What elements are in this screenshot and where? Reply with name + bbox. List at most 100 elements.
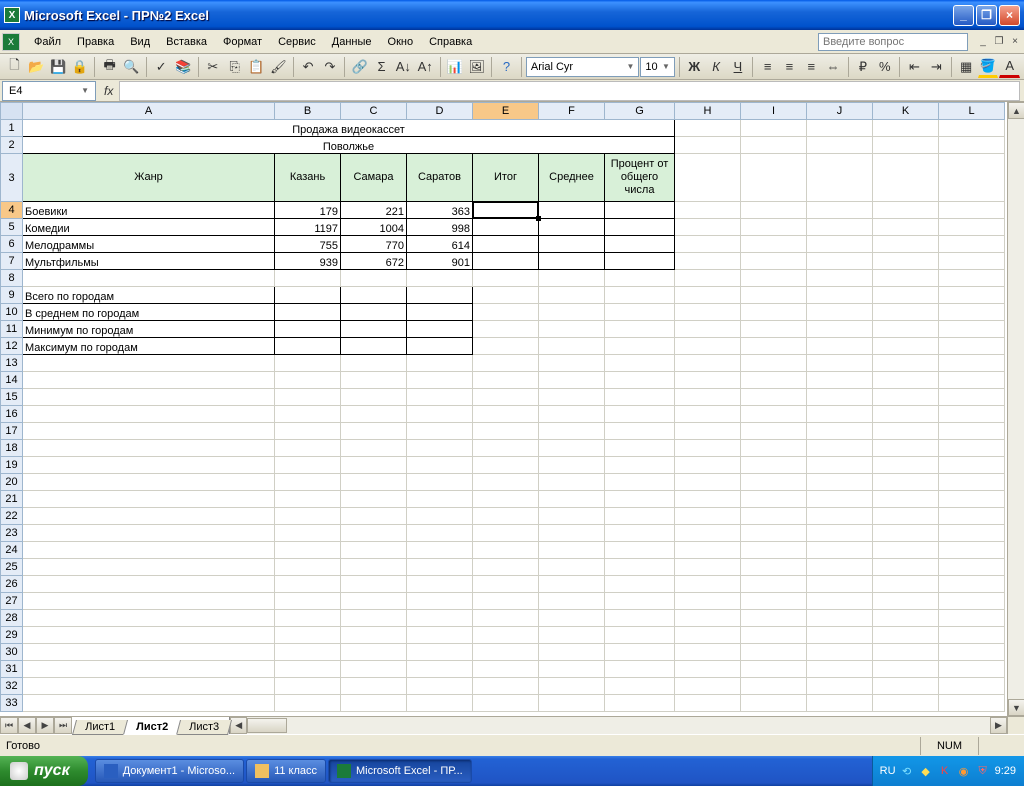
open-icon[interactable]: 📂 xyxy=(26,56,47,78)
clock[interactable]: 9:29 xyxy=(995,765,1016,777)
cell[interactable] xyxy=(741,236,807,253)
cell[interactable] xyxy=(539,423,605,440)
cell[interactable] xyxy=(473,627,539,644)
cell[interactable] xyxy=(807,154,873,202)
cell[interactable] xyxy=(275,678,341,695)
cell[interactable] xyxy=(741,423,807,440)
cell[interactable]: Продажа видеокассет xyxy=(23,120,675,137)
tab-prev-icon[interactable]: ◀ xyxy=(18,717,36,734)
row-header[interactable]: 9 xyxy=(1,287,23,304)
cell[interactable] xyxy=(807,253,873,270)
cell[interactable] xyxy=(741,542,807,559)
cell[interactable] xyxy=(605,610,675,627)
cell[interactable] xyxy=(23,457,275,474)
cell[interactable] xyxy=(341,270,407,287)
print-preview-icon[interactable]: 🔍 xyxy=(121,56,142,78)
cell[interactable] xyxy=(275,389,341,406)
cell[interactable]: 939 xyxy=(275,253,341,270)
menu-insert[interactable]: Вставка xyxy=(158,33,215,51)
cell[interactable] xyxy=(873,236,939,253)
cell[interactable] xyxy=(605,695,675,712)
row-header[interactable]: 31 xyxy=(1,661,23,678)
cell[interactable] xyxy=(873,474,939,491)
cell[interactable] xyxy=(873,389,939,406)
percent-icon[interactable]: % xyxy=(874,56,895,78)
cell[interactable] xyxy=(341,610,407,627)
cell[interactable] xyxy=(939,321,1005,338)
cell[interactable] xyxy=(939,661,1005,678)
cell[interactable] xyxy=(807,270,873,287)
cell[interactable] xyxy=(539,406,605,423)
cell[interactable]: Максимум по городам xyxy=(23,338,275,355)
cell[interactable] xyxy=(873,610,939,627)
cell[interactable] xyxy=(407,661,473,678)
cell[interactable] xyxy=(23,610,275,627)
cell[interactable] xyxy=(539,338,605,355)
cell[interactable] xyxy=(675,338,741,355)
cell[interactable] xyxy=(23,525,275,542)
cell[interactable] xyxy=(407,542,473,559)
format-painter-icon[interactable]: 🖌 xyxy=(268,56,289,78)
copy-icon[interactable]: ⎘ xyxy=(224,56,245,78)
cell[interactable] xyxy=(873,576,939,593)
sheet-tab[interactable]: Лист1 xyxy=(72,720,128,735)
row-header[interactable]: 10 xyxy=(1,304,23,321)
cell[interactable] xyxy=(807,474,873,491)
menu-view[interactable]: Вид xyxy=(122,33,158,51)
cell[interactable] xyxy=(341,406,407,423)
cell[interactable] xyxy=(407,508,473,525)
tab-next-icon[interactable]: ▶ xyxy=(36,717,54,734)
cell[interactable] xyxy=(341,593,407,610)
cell[interactable] xyxy=(23,661,275,678)
cell[interactable] xyxy=(407,304,473,321)
formula-input[interactable] xyxy=(119,81,1020,101)
cell[interactable] xyxy=(605,270,675,287)
cell[interactable] xyxy=(473,406,539,423)
cell[interactable] xyxy=(539,440,605,457)
cell[interactable] xyxy=(605,355,675,372)
cell[interactable] xyxy=(539,695,605,712)
new-icon[interactable]: 🗋 xyxy=(4,56,25,78)
cell[interactable]: Процент от общего числа xyxy=(605,154,675,202)
menu-data[interactable]: Данные xyxy=(324,33,380,51)
cell[interactable] xyxy=(675,389,741,406)
cell[interactable]: 901 xyxy=(407,253,473,270)
cell[interactable] xyxy=(939,406,1005,423)
cell[interactable] xyxy=(407,525,473,542)
cell[interactable] xyxy=(341,525,407,542)
cell[interactable] xyxy=(473,253,539,270)
cell[interactable] xyxy=(939,593,1005,610)
cell[interactable] xyxy=(939,559,1005,576)
cell[interactable] xyxy=(473,542,539,559)
cell[interactable] xyxy=(873,559,939,576)
cell[interactable] xyxy=(539,576,605,593)
cell[interactable] xyxy=(407,287,473,304)
cell[interactable] xyxy=(275,372,341,389)
scroll-right-icon[interactable]: ▶ xyxy=(990,717,1007,734)
cell[interactable] xyxy=(341,287,407,304)
cell[interactable] xyxy=(741,389,807,406)
cell[interactable] xyxy=(407,559,473,576)
tab-first-icon[interactable]: ⏮ xyxy=(0,717,18,734)
cell[interactable] xyxy=(873,372,939,389)
cell[interactable] xyxy=(23,508,275,525)
cell[interactable] xyxy=(675,627,741,644)
cell[interactable] xyxy=(741,338,807,355)
menu-edit[interactable]: Правка xyxy=(69,33,122,51)
cell[interactable] xyxy=(341,576,407,593)
row-header[interactable]: 18 xyxy=(1,440,23,457)
cell[interactable] xyxy=(473,695,539,712)
cell[interactable]: Мультфильмы xyxy=(23,253,275,270)
font-name-select[interactable]: Arial Cyr▼ xyxy=(526,57,640,77)
grid[interactable]: ABCDEFGHIJKL1Продажа видеокассет2Поволжь… xyxy=(0,102,1005,712)
select-all-cell[interactable] xyxy=(1,103,23,120)
align-center-icon[interactable]: ≡ xyxy=(779,56,800,78)
cell[interactable] xyxy=(807,678,873,695)
menu-tools[interactable]: Сервис xyxy=(270,33,324,51)
cell[interactable]: 221 xyxy=(341,202,407,219)
cell[interactable] xyxy=(473,304,539,321)
cell[interactable] xyxy=(23,474,275,491)
cell[interactable] xyxy=(741,355,807,372)
cell[interactable] xyxy=(807,542,873,559)
cell[interactable] xyxy=(473,321,539,338)
